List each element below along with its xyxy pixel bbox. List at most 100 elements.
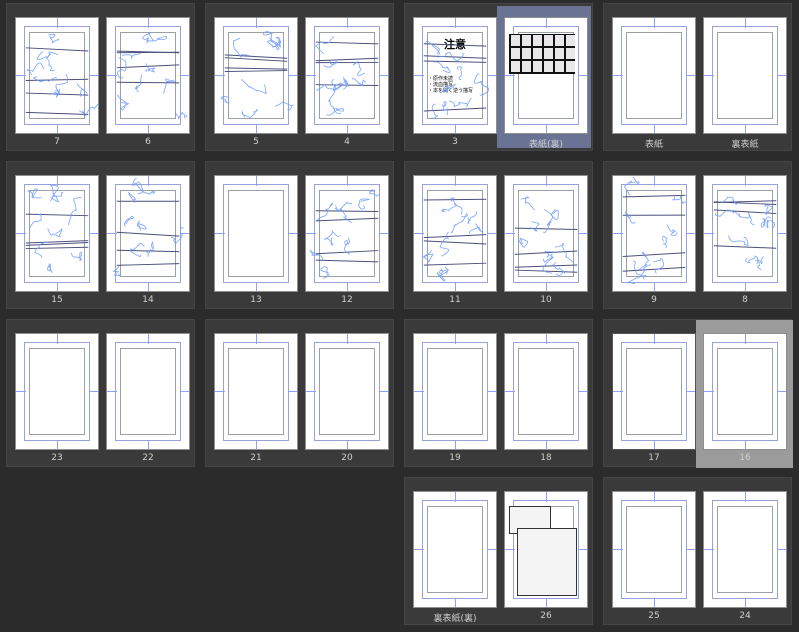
- page-thumbnail[interactable]: [504, 175, 588, 292]
- page-thumbnail[interactable]: [15, 333, 99, 450]
- page-spread[interactable]: 表紙 裏表紙: [603, 3, 792, 151]
- registration-mark: [546, 334, 547, 344]
- page-thumbnail[interactable]: [703, 17, 787, 134]
- page-thumbnail[interactable]: [612, 333, 696, 450]
- page-thumbnail[interactable]: [214, 175, 298, 292]
- safe-area-frame: [626, 348, 682, 435]
- safe-area-frame: [717, 32, 773, 119]
- registration-mark: [654, 492, 655, 502]
- registration-mark: [256, 334, 257, 344]
- mini-page: [511, 61, 520, 72]
- page-spread[interactable]: 23 22: [6, 319, 195, 467]
- registration-mark: [704, 391, 714, 392]
- registration-mark: [704, 75, 714, 76]
- page-thumbnail[interactable]: [106, 17, 190, 134]
- page-spread[interactable]: 98: [603, 161, 792, 309]
- rough-sketch-drawing: [309, 189, 380, 279]
- mini-page: [566, 35, 575, 46]
- registration-mark: [414, 391, 424, 392]
- mini-page: [544, 61, 553, 72]
- page-thumbnail[interactable]: [214, 333, 298, 450]
- mini-page: [522, 35, 531, 46]
- page-spread[interactable]: 19 18: [404, 319, 593, 467]
- page-thumbnail[interactable]: [15, 175, 99, 292]
- page-number-label: 24: [739, 611, 751, 621]
- page-spread[interactable]: 76: [6, 3, 195, 151]
- page-number-label: 25: [648, 611, 660, 621]
- page-thumbnail[interactable]: [612, 17, 696, 134]
- mini-page: [566, 48, 575, 59]
- page-thumbnail[interactable]: [703, 175, 787, 292]
- page-thumbnail[interactable]: [612, 175, 696, 292]
- page-spread[interactable]: 21 20: [205, 319, 394, 467]
- registration-mark: [613, 391, 623, 392]
- registration-mark: [745, 18, 746, 28]
- page-spread[interactable]: 裏表紙(裏) 26: [404, 477, 593, 625]
- registration-mark: [455, 334, 456, 344]
- registration-mark: [546, 18, 547, 28]
- page-number-label: 11: [449, 295, 461, 305]
- page-thumbnail[interactable]: [214, 17, 298, 134]
- safe-area-frame: [717, 506, 773, 593]
- page-thumbnail[interactable]: [106, 175, 190, 292]
- registration-mark: [90, 391, 98, 392]
- page-thumbnail[interactable]: [305, 175, 389, 292]
- registration-mark: [289, 391, 297, 392]
- page-thumbnail[interactable]: [413, 175, 497, 292]
- page-number-label: 表紙(裏): [528, 140, 564, 150]
- rough-sketch-drawing: [423, 40, 490, 119]
- page-thumbnail[interactable]: [413, 333, 497, 450]
- safe-area-frame: [29, 348, 85, 435]
- registration-mark: [455, 441, 456, 449]
- page-spread[interactable]: 11 10: [404, 161, 593, 309]
- page-thumbnail[interactable]: [504, 17, 588, 134]
- registration-mark: [16, 391, 26, 392]
- registration-mark: [289, 233, 297, 234]
- page-number-label: 3: [452, 137, 458, 147]
- mini-page: [533, 35, 542, 46]
- page-thumbnail[interactable]: [15, 17, 99, 134]
- page-number-label: 9: [651, 295, 657, 305]
- page-thumbnail[interactable]: [106, 333, 190, 450]
- mini-page: [511, 48, 520, 59]
- registration-mark: [306, 391, 316, 392]
- page-thumbnail[interactable]: [504, 333, 588, 450]
- registration-mark: [215, 233, 225, 234]
- page-number-label: 13: [250, 295, 262, 305]
- page-thumbnail[interactable]: [305, 17, 389, 134]
- registration-mark: [704, 549, 714, 550]
- registration-mark: [347, 334, 348, 344]
- page-thumbnail[interactable]: [504, 491, 588, 608]
- page-thumbnail[interactable]: [703, 491, 787, 608]
- page-spread[interactable]: 注意 ・原作未読 ・流血描写 ・本を開く逆う描写 3 表紙(裏): [404, 3, 593, 151]
- page-number-label: 裏表紙: [731, 140, 759, 150]
- mini-page: [511, 35, 520, 46]
- mini-page: [533, 48, 542, 59]
- page-spread[interactable]: 54: [205, 3, 394, 151]
- registration-mark: [613, 549, 623, 550]
- mini-page: [544, 48, 553, 59]
- rough-sketch-drawing: [314, 36, 379, 116]
- registration-mark: [148, 334, 149, 344]
- page-thumbnail[interactable]: [305, 333, 389, 450]
- page-number-label: 裏表紙(裏): [433, 614, 477, 624]
- rough-sketch-drawing: [220, 31, 294, 118]
- page-number-label: 14: [142, 295, 154, 305]
- page-number-label: 8: [742, 295, 748, 305]
- page-thumbnail[interactable]: [413, 491, 497, 608]
- registration-mark: [687, 549, 695, 550]
- page-number-label: 23: [51, 453, 63, 463]
- registration-mark: [745, 492, 746, 502]
- page-spread[interactable]: 13 12: [205, 161, 394, 309]
- registration-mark: [745, 599, 746, 607]
- page-thumbnail[interactable]: 注意 ・原作未読 ・流血描写 ・本を開く逆う描写: [413, 17, 497, 134]
- registration-mark: [455, 492, 456, 502]
- page-spread[interactable]: 15 14: [6, 161, 195, 309]
- registration-mark: [654, 599, 655, 607]
- page-spread[interactable]: 17 16: [603, 319, 793, 468]
- contents-thumbnail-grid: [509, 34, 575, 74]
- registration-mark: [256, 441, 257, 449]
- page-thumbnail[interactable]: [703, 333, 787, 450]
- page-spread[interactable]: 25 24: [603, 477, 792, 625]
- page-thumbnail[interactable]: [612, 491, 696, 608]
